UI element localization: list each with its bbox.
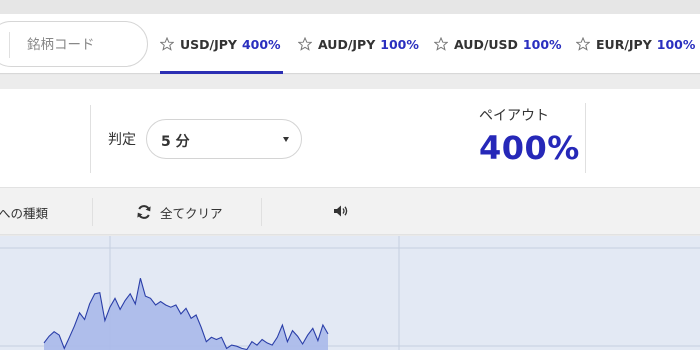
tab-aud-usd[interactable]: AUD/USD 100% (434, 14, 562, 74)
chart-canvas (0, 236, 700, 350)
tab-usd-jpy[interactable]: USD/JPY 400% (160, 14, 283, 74)
tab-payout: 100% (380, 36, 419, 52)
tab-aud-jpy[interactable]: AUD/JPY 100% (298, 14, 419, 74)
tab-symbol: USD/JPY (180, 36, 237, 52)
symbol-tab-bar: USD/JPY 400% AUD/JPY 100% AUD/USD 100% E… (0, 14, 700, 74)
judge-time-select[interactable]: 5 分 (146, 119, 302, 159)
search-divider (9, 32, 10, 58)
refresh-icon (137, 205, 151, 219)
toolbar-divider (261, 198, 262, 226)
tab-symbol: AUD/USD (454, 36, 518, 52)
chart-toolbar: への種類 全てクリア (0, 187, 700, 235)
tab-symbol: AUD/JPY (318, 36, 376, 52)
judge-label: 判定 (108, 132, 136, 148)
window-top-strip (0, 0, 700, 14)
star-icon[interactable] (160, 37, 174, 51)
payout-label: ペイアウト (479, 108, 549, 124)
payout-value: 400% (479, 129, 580, 167)
symbol-code-input[interactable] (27, 34, 137, 56)
tab-payout: 100% (522, 36, 562, 52)
symbol-search[interactable] (0, 21, 148, 67)
star-icon[interactable] (576, 37, 590, 51)
toolbar-divider (92, 198, 93, 226)
tab-payout: 100% (656, 36, 696, 52)
trade-settings-panel: 判定 5 分 ペイアウト 400% (0, 89, 700, 187)
judge-time-value: 5 分 (161, 134, 190, 150)
clear-all-button[interactable]: 全てクリア (136, 201, 223, 223)
panel-divider (585, 103, 586, 173)
section-gap (0, 75, 700, 89)
chevron-down-icon (283, 137, 289, 142)
speaker-icon[interactable] (333, 204, 349, 218)
star-icon[interactable] (434, 37, 448, 51)
clear-all-label: 全てクリア (160, 205, 223, 221)
star-icon[interactable] (298, 37, 312, 51)
tab-symbol: EUR/JPY (596, 36, 652, 52)
order-type-button[interactable]: への種類 (0, 203, 48, 222)
panel-divider (90, 105, 91, 173)
tab-eur-jpy[interactable]: EUR/JPY 100% (576, 14, 695, 74)
price-chart[interactable] (0, 236, 700, 350)
tab-payout: 400% (241, 36, 281, 52)
